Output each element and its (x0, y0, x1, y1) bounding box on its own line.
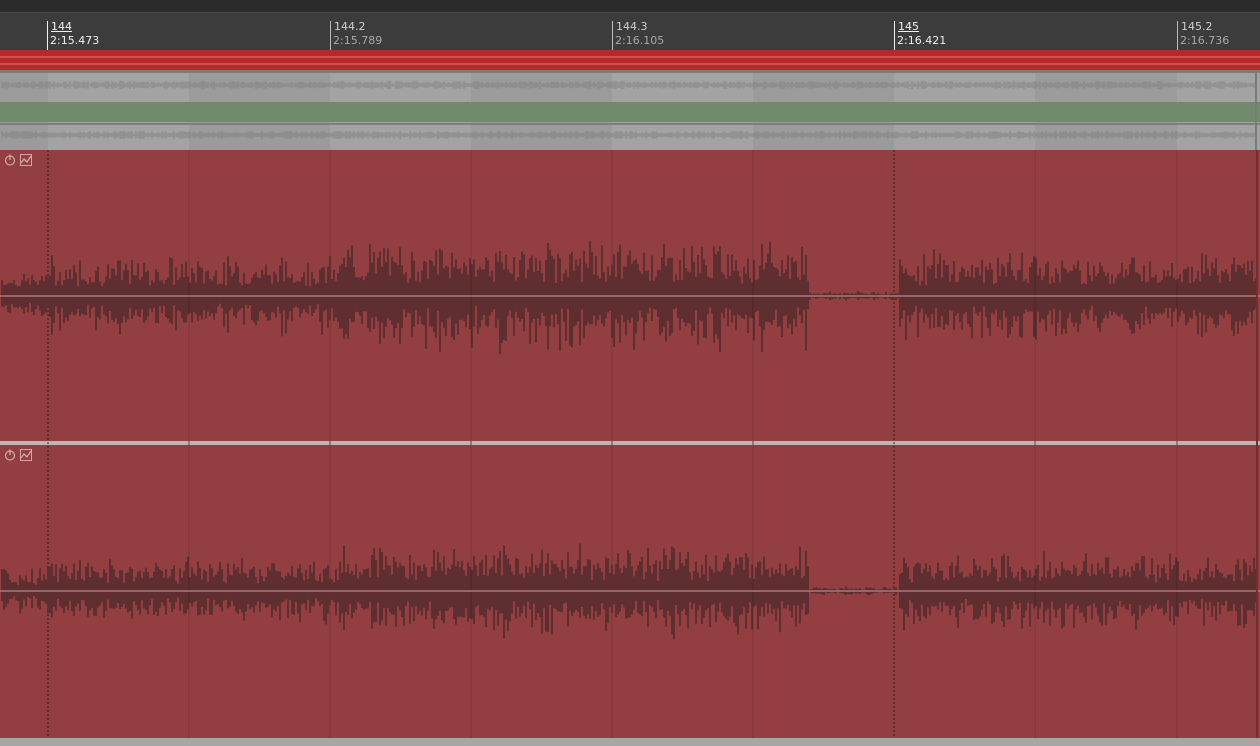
power-icon[interactable] (4, 154, 16, 166)
time-label: 2:16.736 (1180, 34, 1230, 47)
bar-label: 144.2 (334, 20, 366, 33)
timeline-ruler[interactable]: 144 2:15.473 144.2 2:15.789 144.3 2:16.1… (0, 12, 1260, 63)
clip-bar (0, 50, 1260, 70)
time-label: 2:15.789 (333, 34, 383, 47)
time-label: 2:16.105 (615, 34, 665, 47)
overview-selection (0, 102, 1260, 122)
bar-label: 144 (51, 20, 72, 33)
time-label: 2:15.473 (50, 34, 100, 47)
time-label: 2:16.421 (897, 34, 947, 47)
waveform-editor[interactable] (0, 150, 1260, 746)
envelope-icon[interactable] (20, 154, 32, 166)
bar-label: 144.3 (616, 20, 648, 33)
bar-label: 145 (898, 20, 919, 33)
bottom-scroll-strip (0, 738, 1260, 746)
power-icon[interactable] (4, 449, 16, 461)
overview-display (0, 50, 1260, 150)
overview-lane[interactable] (0, 50, 1260, 150)
title-strip (0, 0, 1260, 12)
channel-lane-2[interactable] (0, 445, 1260, 738)
channel-lane-1[interactable] (0, 150, 1260, 442)
bar-label: 145.2 (1181, 20, 1213, 33)
envelope-icon[interactable] (20, 449, 32, 461)
